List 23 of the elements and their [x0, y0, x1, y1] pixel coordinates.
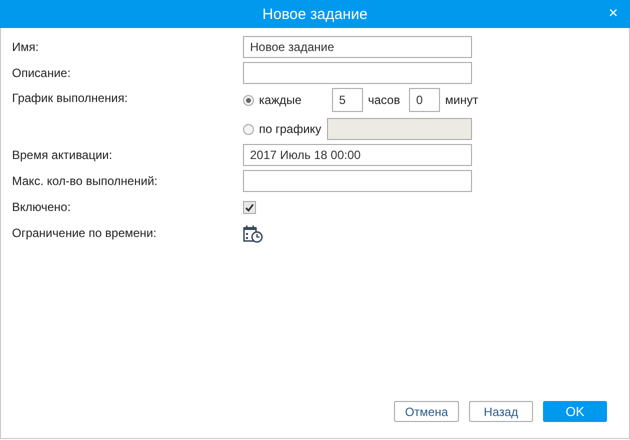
field-label: Имя: [12, 40, 40, 54]
dialog-button[interactable]: Отмена [394, 401, 459, 422]
radio-button[interactable] [243, 94, 254, 106]
unit-label: часов [368, 93, 400, 107]
max-runs-field[interactable] [243, 170, 472, 192]
unit-label: минут [445, 93, 478, 107]
minutes-field[interactable]: 0 [409, 88, 440, 112]
field-label: Макс. кол-во выполнений: [12, 174, 158, 188]
radio-label: каждые [259, 93, 303, 107]
checkbox[interactable] [243, 200, 256, 214]
name-field[interactable]: Новое задание [243, 36, 472, 58]
calendar-clock-icon[interactable] [243, 225, 263, 243]
hours-field[interactable]: 5 [332, 88, 363, 112]
field-label: Описание: [12, 66, 72, 80]
field-label: Время активации: [12, 148, 114, 162]
date-field[interactable]: 2017 Июль 18 00:00 [243, 144, 472, 166]
field-label: График выполнения: [12, 90, 129, 105]
radio-label: по графику [259, 122, 322, 136]
field-label: Ограничение по времени: [12, 226, 158, 240]
dialog-button[interactable]: Назад [469, 401, 533, 422]
field-label: Включено: [12, 200, 72, 214]
description-field[interactable] [243, 62, 472, 84]
window-title: Новое задание [262, 6, 368, 22]
